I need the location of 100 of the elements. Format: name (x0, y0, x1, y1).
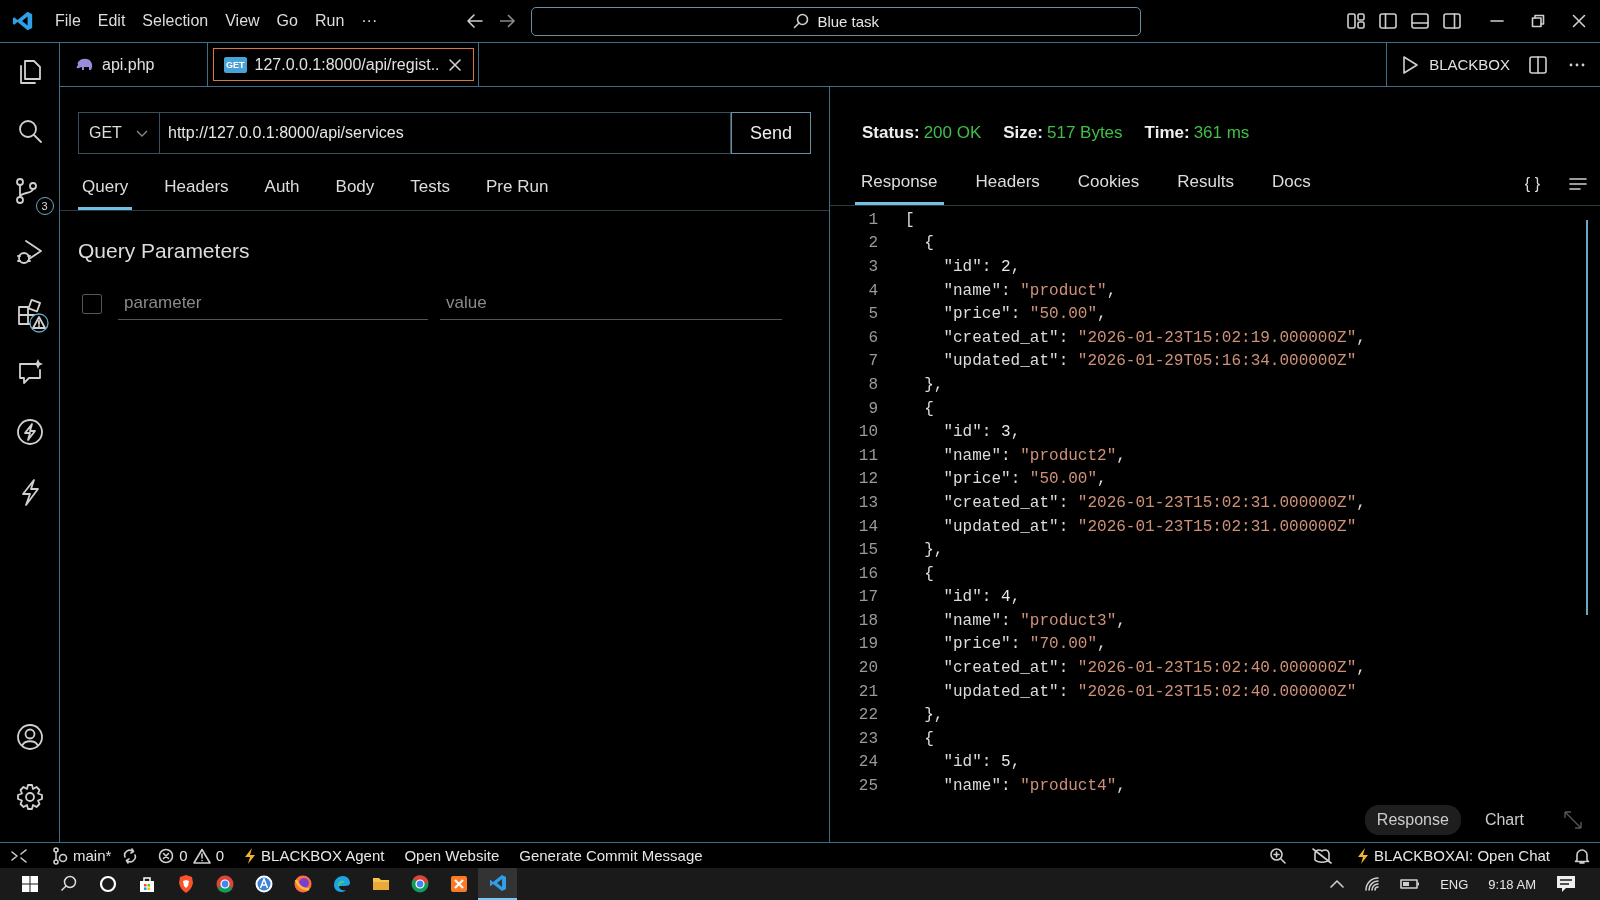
zoom-icon[interactable] (1269, 846, 1288, 865)
source-control-icon[interactable] (14, 177, 39, 205)
response-tab[interactable]: Docs (1265, 172, 1317, 205)
remote-icon[interactable] (10, 847, 28, 864)
clock[interactable]: 9:18 AM (1488, 876, 1536, 892)
request-tab[interactable]: Body (331, 170, 379, 210)
checkbox[interactable] (82, 293, 102, 314)
sidebar-toggle-icon[interactable] (1378, 11, 1398, 31)
chevron-up-icon[interactable] (1330, 879, 1345, 889)
expand-icon[interactable] (1562, 809, 1584, 831)
branch-name[interactable]: main* (73, 847, 112, 864)
code-line: "name": "product2", (942, 446, 1126, 465)
menu-item[interactable]: Run (307, 8, 352, 34)
restore-icon[interactable] (1531, 14, 1545, 28)
status-item[interactable]: Generate Commit Message (519, 847, 703, 864)
warning-count[interactable]: 0 (215, 847, 225, 864)
line-number: 10 (857, 423, 878, 442)
layout-icon[interactable] (1346, 11, 1366, 31)
line-number: 12 (857, 470, 878, 489)
back-arrow-icon[interactable] (465, 11, 486, 31)
view-toggle[interactable]: Chart (1472, 805, 1536, 835)
close-icon[interactable] (1572, 14, 1586, 28)
code-line: "updated_at": "2026-01-23T15:02:40.000000Z" (942, 682, 1357, 701)
play-icon[interactable] (1401, 54, 1420, 75)
code-editor-icon[interactable] (487, 873, 508, 893)
request-tab[interactable]: Auth (260, 170, 304, 210)
menu-item[interactable]: Edit (90, 8, 133, 34)
menu-item[interactable]: View (218, 8, 267, 34)
stat-label: Status: (862, 122, 920, 143)
code-line: [ (905, 210, 915, 229)
stat-value: 200 OK (923, 122, 982, 143)
section-title: Query Parameters (78, 239, 251, 263)
app-icon[interactable] (409, 874, 430, 894)
code-line: "price": "50.00", (942, 470, 1107, 489)
menu-item[interactable]: File (48, 8, 88, 34)
status-item[interactable]: BLACKBOX Agent (261, 847, 385, 864)
search-field[interactable]: Blue task (531, 6, 1142, 36)
panel-toggle-icon[interactable] (1410, 11, 1430, 31)
code-line: "price": "70.00", (942, 635, 1107, 654)
line-number: 25 (857, 777, 878, 796)
code-line: { (923, 234, 934, 253)
lightning-circle-icon[interactable] (14, 417, 45, 447)
sync-icon[interactable] (122, 847, 139, 864)
line-number: 1 (867, 210, 878, 229)
request-tab[interactable]: Tests (406, 170, 454, 210)
notification-icon[interactable] (1556, 875, 1576, 893)
method-dropdown[interactable]: GET (78, 112, 160, 154)
secondary-sidebar-icon[interactable] (1442, 11, 1462, 31)
menu-item[interactable]: Go (269, 8, 305, 34)
wifi-icon[interactable] (1364, 876, 1381, 892)
elephant-icon (76, 57, 94, 72)
line-number: 2 (867, 234, 878, 253)
app-icon[interactable] (214, 874, 235, 894)
wrap-lines-icon[interactable] (1568, 176, 1588, 192)
app-icon[interactable] (448, 874, 469, 894)
line-number: 3 (867, 258, 878, 276)
circle-icon[interactable] (97, 874, 118, 894)
request-tab[interactable]: Query (78, 170, 133, 210)
menu-item[interactable]: Selection (135, 8, 216, 34)
battery-icon[interactable] (1400, 878, 1421, 890)
run-debug-icon[interactable] (14, 237, 45, 267)
response-tab[interactable]: Results (1171, 172, 1240, 205)
input-language[interactable]: ENG (1440, 876, 1469, 892)
value-field[interactable]: value (440, 287, 782, 320)
format-button[interactable]: { } (1524, 175, 1540, 193)
send-button[interactable]: Send (731, 112, 811, 154)
line-number: 14 (857, 517, 878, 536)
error-count[interactable]: 0 (179, 847, 188, 864)
close-icon[interactable] (447, 57, 462, 72)
response-tab[interactable]: Headers (969, 172, 1046, 205)
line-number: 7 (867, 352, 878, 371)
request-tab[interactable]: Headers (160, 170, 233, 210)
code-line: { (923, 729, 934, 748)
stat-value: 361 ms (1193, 122, 1250, 143)
code-line: "id": 3, (942, 423, 1021, 442)
settings-icon[interactable] (14, 782, 45, 812)
request-tab[interactable]: Pre Run (482, 170, 553, 210)
response-tab[interactable]: Response (855, 172, 944, 205)
status-item[interactable]: BLACKBOXAI: Open Chat (1374, 847, 1550, 864)
account-icon[interactable] (14, 722, 45, 752)
parameter-field[interactable]: parameter (118, 287, 428, 320)
line-number: 21 (857, 682, 878, 701)
bell-icon[interactable] (1574, 846, 1590, 865)
app-icon[interactable] (331, 874, 352, 894)
response-tab[interactable]: Cookies (1071, 172, 1146, 205)
line-number: 6 (867, 328, 878, 347)
status-item[interactable]: Open Website (404, 847, 500, 864)
editor-tab[interactable]: GET 127.0.0.1:8000/api/regist.. (208, 43, 479, 86)
lightning-icon (244, 847, 257, 864)
url-field[interactable]: http://127.0.0.1:8000/api/services (160, 112, 731, 154)
view-toggle[interactable]: Response (1364, 805, 1461, 835)
line-number: 16 (857, 564, 878, 583)
search-icon[interactable] (58, 874, 79, 894)
split-editor-icon[interactable] (1528, 54, 1548, 75)
start-icon[interactable] (19, 874, 40, 894)
app-icon[interactable] (253, 874, 274, 894)
line-number: 19 (857, 635, 878, 654)
editor-tab[interactable]: api.php (60, 43, 208, 86)
extension-label: BLACKBOX (1429, 56, 1510, 73)
menu-item[interactable]: ··· (354, 8, 385, 34)
